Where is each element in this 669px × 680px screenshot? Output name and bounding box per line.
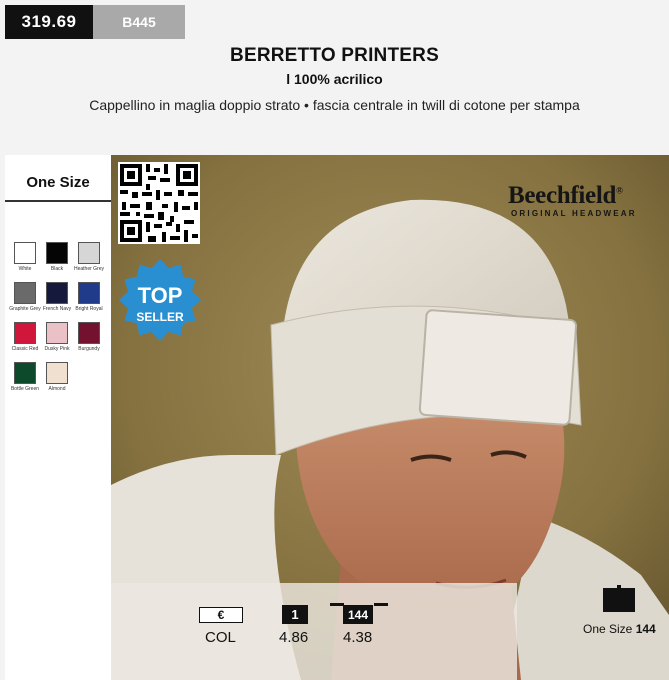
color-swatch-chip — [78, 242, 100, 264]
product-material: l 100% acrilico — [286, 71, 383, 87]
color-swatch-label: Bottle Green — [10, 386, 40, 392]
color-swatch-label: White — [18, 266, 32, 272]
size-heading: One Size — [26, 174, 90, 191]
color-swatch[interactable]: Heather Grey — [73, 242, 105, 272]
color-swatch[interactable]: Burgundy — [73, 322, 105, 352]
color-swatch-chip — [14, 242, 36, 264]
color-swatch[interactable]: Black — [41, 242, 73, 272]
price-qty-144: 4.38 — [343, 629, 373, 646]
catalog-code-tag: 319.69 — [5, 5, 93, 39]
qr-code-icon — [118, 162, 200, 244]
packaging-qty-value: 144 — [635, 622, 656, 636]
top-seller-badge: TOP SELLER — [118, 283, 202, 324]
color-swatch[interactable]: Dusky Pink — [41, 322, 73, 352]
qr-code[interactable] — [118, 162, 200, 244]
color-swatch[interactable]: Bottle Green — [9, 362, 41, 392]
brand-tagline: ORIGINAL HEADWEAR — [511, 209, 637, 218]
color-swatch-label: Almond — [48, 386, 66, 392]
qty-dash-right — [374, 603, 388, 606]
badge-top-label: TOP — [137, 283, 183, 308]
color-swatch-chip — [78, 322, 100, 344]
product-description: Cappellino in maglia doppio strato • fas… — [89, 97, 580, 113]
color-swatch-label: Black — [50, 266, 64, 272]
color-swatch-chip — [14, 282, 36, 304]
qty-tier-1: 1 — [282, 605, 308, 624]
color-swatch[interactable]: Bright Royal — [73, 282, 105, 312]
product-title: BERRETTO PRINTERS — [230, 45, 439, 66]
badge-seller-label: SELLER — [136, 310, 184, 324]
brand-name: Beechfield® — [508, 182, 623, 209]
color-swatch-label: Classic Red — [11, 346, 39, 352]
packaging-quantity: One Size 144 — [583, 622, 656, 636]
box-icon — [603, 585, 635, 612]
color-swatch-chip — [46, 362, 68, 384]
color-swatch-label: Heather Grey — [73, 266, 104, 272]
color-swatch-chip — [14, 362, 36, 384]
color-swatch-label: French Navy — [42, 306, 72, 312]
color-swatch-chip — [46, 282, 68, 304]
currency-label: € — [199, 607, 243, 623]
row-label-col: COL — [205, 629, 236, 646]
sku-tag: B445 — [93, 5, 185, 39]
price-panel — [111, 583, 517, 680]
catalog-page: 319.69 B445 BERRETTO PRINTERS l 100% acr… — [0, 0, 669, 680]
qty-dash-left — [330, 603, 344, 606]
brand-logo: Beechfield® ORIGINAL HEADWEAR — [508, 183, 663, 218]
color-swatch-chip — [46, 242, 68, 264]
color-swatch-label: Dusky Pink — [44, 346, 70, 352]
price-qty-1: 4.86 — [279, 629, 309, 646]
color-swatch-label: Graphite Grey — [9, 306, 41, 312]
size-color-panel: One Size — [5, 155, 111, 680]
size-divider — [5, 200, 111, 202]
packaging-size-label: One Size — [583, 622, 633, 636]
color-swatch[interactable]: Graphite Grey — [9, 282, 41, 312]
color-swatch-label: Bright Royal — [75, 306, 103, 312]
color-swatch[interactable]: White — [9, 242, 41, 272]
color-swatch-chip — [14, 322, 36, 344]
color-swatch[interactable]: Almond — [41, 362, 73, 392]
color-swatch-label: Burgundy — [78, 346, 100, 352]
qty-tier-144: 144 — [343, 605, 373, 624]
color-swatch-chip — [78, 282, 100, 304]
color-swatch[interactable]: French Navy — [41, 282, 73, 312]
color-swatch-chip — [46, 322, 68, 344]
color-swatch[interactable]: Classic Red — [9, 322, 41, 352]
